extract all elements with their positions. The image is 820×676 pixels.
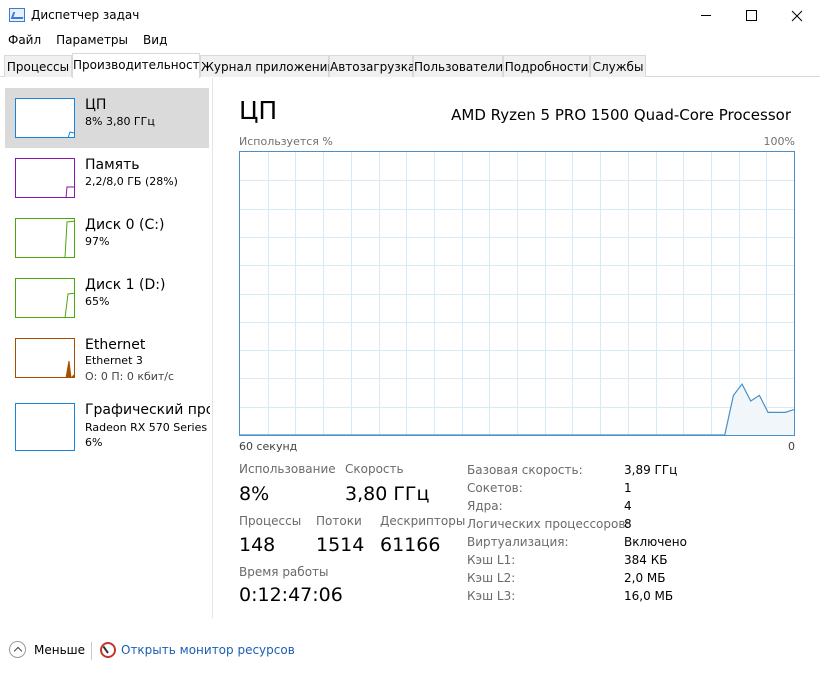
spec-label: Виртуализация: <box>467 535 569 549</box>
memory-thumbnail <box>15 158 75 198</box>
tab-services[interactable]: Службы <box>590 55 646 77</box>
tab-performance[interactable]: Производительность <box>72 53 207 78</box>
menu-view[interactable]: Вид <box>135 31 174 51</box>
tab-details[interactable]: Подробности <box>503 55 590 77</box>
sidebar-item-label: Ethernet <box>85 337 146 353</box>
window-title: Диспетчер задач <box>31 8 140 22</box>
graph-y-label: Используется % <box>239 135 333 148</box>
sidebar-item-label: ЦП <box>85 97 107 113</box>
sidebar-item-detail: 65% <box>85 295 110 308</box>
sidebar-item-detail-2: 6% <box>85 436 103 449</box>
sidebar-item-cpu[interactable]: ЦП 8% 3,80 ГГц <box>5 88 209 148</box>
spec-value: 2,0 МБ <box>624 571 666 585</box>
sidebar-item-detail: Ethernet 3 <box>85 354 143 367</box>
spec-value: 4 <box>624 499 632 513</box>
ethernet-thumbnail <box>15 338 75 378</box>
usage-label: Использование <box>239 462 336 476</box>
spec-label: Кэш L2: <box>467 571 516 585</box>
cpu-details-panel: ЦП AMD Ryzen 5 PRO 1500 Quad-Core Proces… <box>214 78 820 618</box>
menu-bar: Файл Параметры Вид <box>0 31 174 51</box>
sidebar-item-gpu[interactable]: Графический процессор 0 Radeon RX 570 Se… <box>5 394 210 454</box>
sidebar-item-label: Диск 0 (C:) <box>85 217 165 233</box>
close-icon <box>791 10 803 21</box>
footer: Меньше Открыть монитор ресурсов <box>0 626 820 676</box>
graph-time-end-label: 0 <box>788 440 795 453</box>
disk1-thumbnail <box>15 278 75 318</box>
spec-label: Ядра: <box>467 499 503 513</box>
sidebar-item-memory[interactable]: Память 2,2/8,0 ГБ (28%) <box>5 148 209 208</box>
spec-label: Кэш L3: <box>467 589 516 603</box>
spec-value: 16,0 МБ <box>624 589 674 603</box>
sidebar-item-disk0[interactable]: Диск 0 (C:) 97% <box>5 208 209 268</box>
cpu-model-name: AMD Ryzen 5 PRO 1500 Quad-Core Processor <box>451 106 791 124</box>
maximize-button[interactable] <box>728 0 774 31</box>
cpu-usage-graph <box>239 151 795 436</box>
minimize-button[interactable] <box>683 0 729 31</box>
sidebar-item-detail: 97% <box>85 235 110 248</box>
sidebar-item-label: Диск 1 (D:) <box>85 277 166 293</box>
spec-value: 1 <box>624 481 632 495</box>
spec-label: Логических процессоров: <box>467 517 630 531</box>
spec-label: Сокетов: <box>467 481 523 495</box>
uptime-value: 0:12:47:06 <box>239 584 343 606</box>
sidebar-item-label: Память <box>85 157 140 173</box>
graph-time-label: 60 секунд <box>239 440 298 453</box>
sidebar-item-label: Графический процессор 0 <box>85 402 210 418</box>
tab-app-history[interactable]: Журнал приложений <box>200 55 335 77</box>
sidebar-item-ethernet[interactable]: Ethernet Ethernet 3 О: 0 П: 0 кбит/с <box>5 328 209 388</box>
spec-value: Включено <box>624 535 687 549</box>
sidebar-item-detail: 2,2/8,0 ГБ (28%) <box>85 175 178 188</box>
cpu-usage-chart <box>240 152 795 436</box>
processes-label: Процессы <box>239 514 302 528</box>
threads-label: Потоки <box>316 514 362 528</box>
close-button[interactable] <box>774 0 820 31</box>
handles-label: Дескрипторы <box>380 514 466 528</box>
handles-value: 61166 <box>380 534 441 556</box>
divider <box>91 642 92 660</box>
spec-label: Кэш L1: <box>467 553 516 567</box>
open-resource-monitor-link[interactable]: Открыть монитор ресурсов <box>121 643 295 657</box>
spec-value: 8 <box>624 517 632 531</box>
sidebar-item-disk1[interactable]: Диск 1 (D:) 65% <box>5 268 209 328</box>
uptime-label: Время работы <box>239 565 329 579</box>
gpu-thumbnail <box>15 403 75 451</box>
fewer-details-button[interactable]: Меньше <box>34 643 85 657</box>
processes-value: 148 <box>239 534 276 556</box>
spec-label: Базовая скорость: <box>467 463 583 477</box>
resource-monitor-icon <box>100 642 116 658</box>
tab-users[interactable]: Пользователи <box>413 55 503 77</box>
tab-startup[interactable]: Автозагрузка <box>329 55 415 77</box>
title-bar: Диспетчер задач <box>0 0 820 31</box>
menu-options[interactable]: Параметры <box>48 31 135 51</box>
sidebar-item-detail: 8% 3,80 ГГц <box>85 115 155 128</box>
disk0-thumbnail <box>15 218 75 258</box>
chevron-up-icon[interactable] <box>9 641 26 658</box>
sidebar-item-detail-2: О: 0 П: 0 кбит/с <box>85 370 175 383</box>
task-manager-icon <box>9 8 25 22</box>
cpu-thumbnail <box>15 98 75 138</box>
page-title: ЦП <box>239 96 278 125</box>
spec-value: 3,89 ГГц <box>624 463 678 477</box>
usage-value: 8% <box>239 483 270 505</box>
resource-list: ЦП 8% 3,80 ГГц Память 2,2/8,0 ГБ (28%) Д… <box>0 78 213 618</box>
spec-value: 384 КБ <box>624 553 668 567</box>
speed-label: Скорость <box>345 462 404 476</box>
speed-value: 3,80 ГГц <box>345 483 430 505</box>
graph-max-label: 100% <box>763 135 795 148</box>
tab-bar: Процессы Производительность Журнал прило… <box>0 53 820 78</box>
menu-file[interactable]: Файл <box>0 31 48 51</box>
tab-processes[interactable]: Процессы <box>4 55 72 77</box>
sidebar-item-detail: Radeon RX 570 Series <box>85 421 208 434</box>
threads-value: 1514 <box>316 534 365 556</box>
